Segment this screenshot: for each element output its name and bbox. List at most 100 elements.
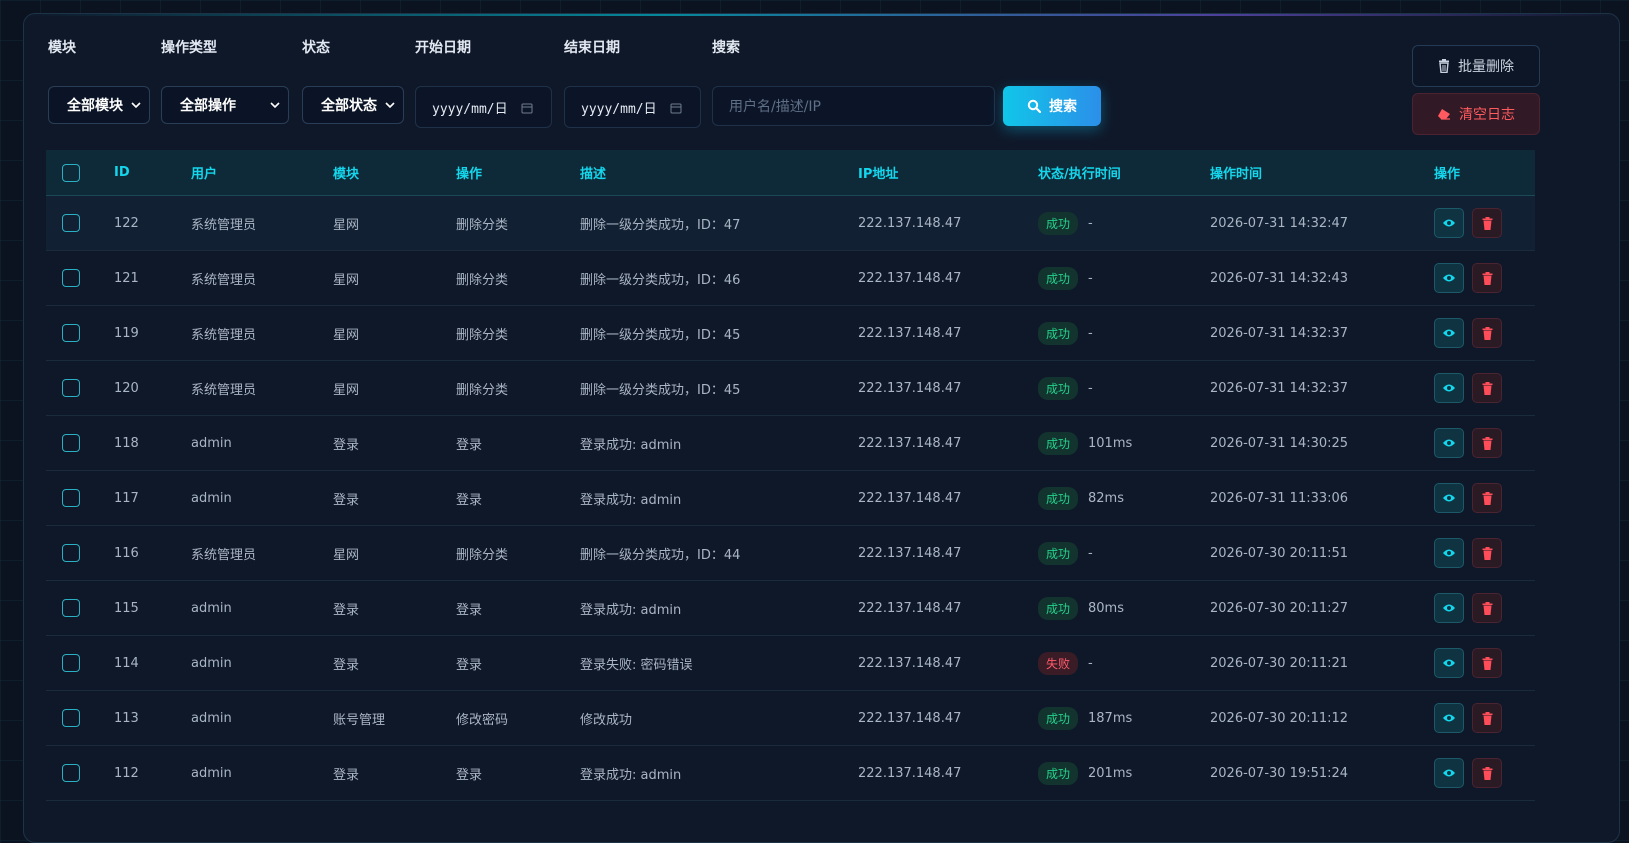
delete-button[interactable] <box>1472 538 1502 568</box>
view-button[interactable] <box>1434 318 1464 348</box>
delete-button[interactable] <box>1472 703 1502 733</box>
log-panel: 模块 全部模块 操作类型 全部操作 状态 全部状态 开始日期 yyyy/mm/日 <box>23 13 1620 843</box>
row-actions <box>1434 636 1502 690</box>
clear-logs-button[interactable]: 清空日志 <box>1412 93 1540 135</box>
header-status: 状态/执行时间 <box>1038 167 1121 182</box>
row-checkbox[interactable] <box>62 214 80 232</box>
view-button[interactable] <box>1434 703 1464 733</box>
table-row[interactable]: 119 系统管理员 星网 删除分类 删除一级分类成功，ID：45 222.137.148.… <box>46 306 1535 361</box>
row-checkbox[interactable] <box>62 269 80 287</box>
view-button[interactable] <box>1434 648 1464 678</box>
row-checkbox[interactable] <box>62 489 80 507</box>
op-type-select[interactable]: 全部操作 <box>161 86 289 124</box>
row-op: 登录 <box>456 602 483 618</box>
view-button[interactable] <box>1434 593 1464 623</box>
delete-button[interactable] <box>1472 263 1502 293</box>
row-checkbox[interactable] <box>62 544 80 562</box>
select-all-checkbox[interactable] <box>62 163 80 182</box>
row-desc: 修改成功 <box>580 712 633 728</box>
row-actions <box>1434 581 1502 635</box>
view-button[interactable] <box>1434 373 1464 403</box>
status-filter-group: 状态 全部状态 <box>302 38 404 124</box>
row-checkbox-cell <box>62 306 80 360</box>
start-date-label: 开始日期 <box>415 40 471 56</box>
row-checkbox[interactable] <box>62 599 80 617</box>
end-date-input[interactable]: yyyy/mm/日 <box>564 86 701 128</box>
view-button[interactable] <box>1434 758 1464 788</box>
row-module: 登录 <box>333 657 360 673</box>
start-date-input[interactable]: yyyy/mm/日 <box>415 86 552 128</box>
row-id: 113 <box>114 710 139 726</box>
delete-button[interactable] <box>1472 648 1502 678</box>
row-checkbox[interactable] <box>62 764 80 782</box>
row-module: 登录 <box>333 602 360 618</box>
status-select[interactable]: 全部状态 <box>302 86 404 124</box>
delete-button[interactable] <box>1472 593 1502 623</box>
delete-button[interactable] <box>1472 758 1502 788</box>
calendar-icon[interactable] <box>521 102 533 114</box>
row-op: 登录 <box>456 657 483 673</box>
row-checkbox[interactable] <box>62 654 80 672</box>
batch-delete-button[interactable]: 批量删除 <box>1412 45 1540 87</box>
module-select[interactable]: 全部模块 <box>48 86 150 124</box>
end-date-group: 结束日期 yyyy/mm/日 <box>564 38 701 128</box>
row-actions <box>1434 746 1502 800</box>
row-id: 121 <box>114 270 139 286</box>
status-filter-label: 状态 <box>302 40 330 56</box>
delete-button[interactable] <box>1472 208 1502 238</box>
row-checkbox[interactable] <box>62 434 80 452</box>
delete-button[interactable] <box>1472 373 1502 403</box>
table-row[interactable]: 117 admin 登录 登录 登录成功: admin 222.137.148.47 成功 8… <box>46 471 1535 526</box>
filter-bar: 模块 全部模块 操作类型 全部操作 状态 全部状态 开始日期 yyyy/mm/日 <box>48 38 1568 128</box>
table-row[interactable]: 121 系统管理员 星网 删除分类 删除一级分类成功，ID：46 222.137.148.… <box>46 251 1535 306</box>
row-status-cell: 成功 - <box>1038 196 1093 250</box>
table-row[interactable]: 120 系统管理员 星网 删除分类 删除一级分类成功，ID：45 222.137.148.… <box>46 361 1535 416</box>
header-module: 模块 <box>333 167 360 182</box>
row-actions <box>1434 361 1502 415</box>
trash-icon <box>1482 766 1492 780</box>
table-row[interactable]: 114 admin 登录 登录 登录失败: 密码错误 222.137.148.47 失败 - 2… <box>46 636 1535 691</box>
delete-button[interactable] <box>1472 428 1502 458</box>
view-button[interactable] <box>1434 538 1464 568</box>
view-button[interactable] <box>1434 263 1464 293</box>
header-op: 操作 <box>456 167 483 182</box>
search-button[interactable]: 搜索 <box>1003 86 1101 126</box>
row-module: 星网 <box>333 272 360 288</box>
module-filter-label: 模块 <box>48 40 76 56</box>
view-button[interactable] <box>1434 428 1464 458</box>
trash-icon <box>1482 656 1492 670</box>
table-row[interactable]: 112 admin 登录 登录 登录成功: admin 222.137.148.47 成功 2… <box>46 746 1535 801</box>
table-row[interactable]: 116 系统管理员 星网 删除分类 删除一级分类成功，ID：44 222.137.148.… <box>46 526 1535 581</box>
calendar-icon[interactable] <box>670 102 682 114</box>
search-label: 搜索 <box>712 40 740 56</box>
log-table: ID 用户 模块 操作 描述 IP地址 状态/执行时间 操作时间 操作 122 系… <box>46 150 1535 801</box>
row-user: admin <box>191 435 232 451</box>
row-checkbox[interactable] <box>62 324 80 342</box>
row-ip: 222.137.148.47 <box>858 600 962 616</box>
view-button[interactable] <box>1434 208 1464 238</box>
table-row[interactable]: 122 系统管理员 星网 删除分类 删除一级分类成功，ID：47 222.137.148.… <box>46 196 1535 251</box>
eye-icon <box>1443 329 1455 337</box>
row-desc: 删除一级分类成功，ID：45 <box>580 382 741 398</box>
row-module: 星网 <box>333 327 360 343</box>
row-time: 2026-07-31 14:30:25 <box>1210 435 1349 451</box>
row-status-cell: 成功 - <box>1038 306 1093 360</box>
view-button[interactable] <box>1434 483 1464 513</box>
table-row[interactable]: 113 admin 账号管理 修改密码 修改成功 222.137.148.47 成功 187m… <box>46 691 1535 746</box>
search-input[interactable]: 用户名/描述/IP <box>712 86 995 126</box>
table-row[interactable]: 118 admin 登录 登录 登录成功: admin 222.137.148.47 成功 1… <box>46 416 1535 471</box>
row-checkbox[interactable] <box>62 709 80 727</box>
row-checkbox-cell <box>62 196 80 250</box>
delete-button[interactable] <box>1472 483 1502 513</box>
trash-icon <box>1482 271 1492 285</box>
row-time: 2026-07-30 20:11:12 <box>1210 710 1349 726</box>
row-time: 2026-07-31 11:33:06 <box>1210 490 1349 506</box>
delete-button[interactable] <box>1472 318 1502 348</box>
row-checkbox-cell <box>62 251 80 305</box>
trash-icon <box>1439 59 1449 73</box>
trash-icon <box>1482 436 1492 450</box>
op-type-filter-group: 操作类型 全部操作 <box>161 38 289 124</box>
row-checkbox[interactable] <box>62 379 80 397</box>
row-ip: 222.137.148.47 <box>858 380 962 396</box>
table-row[interactable]: 115 admin 登录 登录 登录成功: admin 222.137.148.47 成功 8… <box>46 581 1535 636</box>
